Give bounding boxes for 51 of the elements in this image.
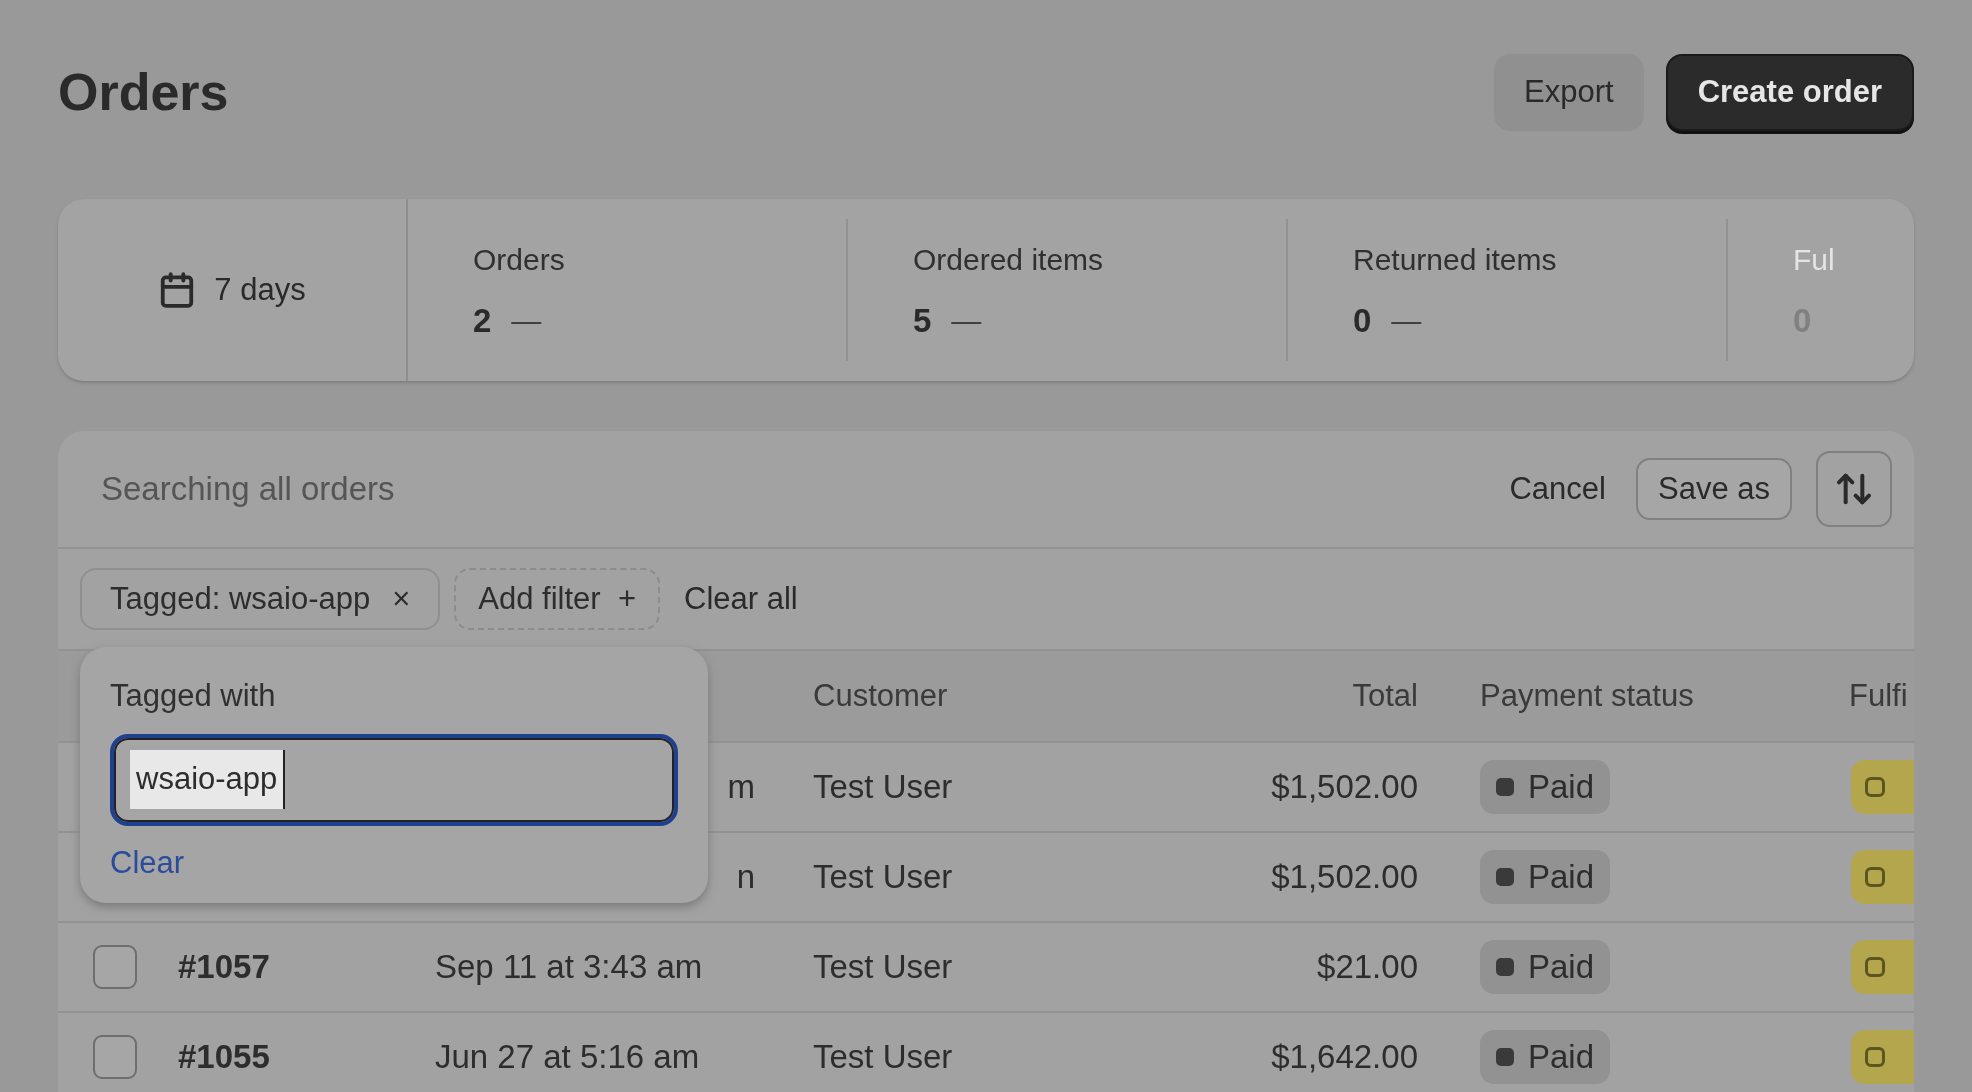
page-title: Orders <box>58 62 229 123</box>
row-checkbox[interactable] <box>93 1035 137 1079</box>
date-range-button[interactable]: 7 days <box>158 266 306 314</box>
create-button[interactable]: Create order <box>1665 53 1914 131</box>
order-total: $1,502.00 <box>1271 858 1418 896</box>
customer-name: Test User <box>813 1038 953 1076</box>
metric-label: Ful <box>1793 242 1835 278</box>
save-as-button[interactable]: Save as <box>1636 458 1792 520</box>
tag-input-field[interactable]: wsaio-app <box>110 733 678 826</box>
order-number[interactable]: #1057 <box>178 948 270 986</box>
remove-filter[interactable]: × <box>392 575 411 623</box>
export-button[interactable]: Export <box>1494 53 1644 131</box>
cancel-button[interactable]: Cancel <box>1499 458 1616 520</box>
customer-name: Test User <box>813 948 953 986</box>
payment-status: Paid <box>1528 1037 1595 1078</box>
sort-button[interactable] <box>1816 451 1892 527</box>
metric-value: 0 <box>1353 301 1372 341</box>
column-header: Fulfi <box>1849 676 1909 715</box>
metric-label: Ordered items <box>913 242 1104 278</box>
metric-trend: — <box>951 303 982 340</box>
popover-title: Tagged with <box>110 677 276 715</box>
customer-name: Test User <box>813 768 953 806</box>
metric-label: Orders <box>473 242 565 278</box>
tag-input-value: wsaio-app <box>130 750 286 809</box>
order-total: $1,502.00 <box>1271 768 1418 806</box>
search-label: Searching all orders <box>101 469 396 510</box>
metric-trend: — <box>1391 303 1422 340</box>
column-header: Total <box>1352 677 1418 713</box>
filter-chip[interactable]: Tagged: wsaio-app × <box>80 568 441 630</box>
order-date: m <box>727 768 755 806</box>
order-date: Jun 27 at 5:16 am <box>435 1038 700 1076</box>
order-number[interactable]: #1055 <box>178 1038 270 1076</box>
order-total: $21.00 <box>1317 948 1418 986</box>
order-date: n <box>736 858 755 896</box>
order-total: $1,642.00 <box>1271 1038 1418 1076</box>
filter-label: Tagged: wsaio-app <box>110 579 371 618</box>
row-checkbox[interactable] <box>93 945 137 989</box>
column-header: Payment status <box>1480 677 1694 713</box>
clear-link[interactable]: Clear <box>110 839 185 886</box>
add-filter-button[interactable]: Add filter + <box>454 568 661 630</box>
customer-name: Test User <box>813 858 953 896</box>
metric-value: 2 <box>473 301 492 341</box>
payment-status: Paid <box>1528 947 1595 988</box>
metric-value: 5 <box>913 301 932 341</box>
order-date: Sep 11 at 3:43 am <box>435 948 703 986</box>
metric-trend: — <box>511 303 542 340</box>
column-header: Customer <box>813 677 948 713</box>
clear-all-button[interactable]: Clear all <box>684 575 798 623</box>
payment-status: Paid <box>1528 767 1595 808</box>
payment-status: Paid <box>1528 857 1595 898</box>
metric-label: Returned items <box>1353 242 1557 278</box>
